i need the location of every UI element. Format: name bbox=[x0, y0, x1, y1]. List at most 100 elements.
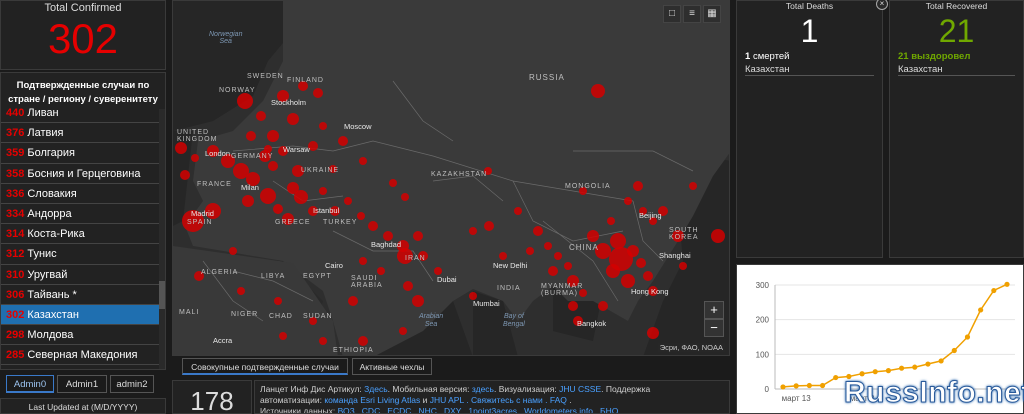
label-india: INDIA bbox=[497, 285, 521, 292]
country-list-item[interactable]: 376 Латвия bbox=[1, 123, 161, 144]
tab-active-cases[interactable]: Активные чехлы bbox=[352, 358, 432, 375]
chart-point bbox=[951, 347, 957, 354]
label-ukraine: UKRAINE bbox=[301, 167, 340, 174]
country-list-item[interactable]: 306 Тайвань * bbox=[1, 285, 161, 305]
label-finland: FINLAND bbox=[287, 77, 324, 84]
label-bangkok: Bangkok bbox=[577, 319, 607, 328]
close-icon[interactable]: × bbox=[876, 0, 888, 10]
zoom-controls: + − bbox=[704, 301, 724, 337]
list-icon[interactable]: ≡ bbox=[683, 5, 701, 23]
map-canvas[interactable] bbox=[173, 1, 730, 356]
total-recovered-panel: Total Recovered 21 21 выздоровел Казахст… bbox=[889, 0, 1024, 258]
country-count: 285 bbox=[6, 349, 25, 362]
chart-y-tick-label: 0 bbox=[765, 385, 770, 394]
country-count: 310 bbox=[6, 268, 25, 281]
chart-point bbox=[806, 382, 812, 389]
info-mobile-label: . Мобильная версия: bbox=[387, 384, 470, 394]
label-saudi-arabia: SAUDI ARABIA bbox=[351, 275, 383, 289]
label-myanmar: MYANMAR (BURMA) bbox=[541, 283, 584, 297]
recovered-list-item: 21 выздоровел Казахстан bbox=[890, 51, 1023, 76]
country-name: Андорра bbox=[27, 207, 72, 220]
label-ethiopia: ETHIOPIA bbox=[333, 347, 374, 354]
sources-links[interactable]: ВОЗ , CDC , ECDC , NHC , DXY , 1point3ac… bbox=[338, 406, 619, 413]
esri-team-link[interactable]: команда Esri Living Atlas bbox=[324, 395, 420, 405]
country-list-item[interactable]: 273Азербайджан bbox=[1, 365, 161, 370]
country-name: Азербайджан bbox=[27, 369, 96, 370]
info-line-2: автоматизации: команда Esri Living Atlas… bbox=[260, 395, 724, 406]
mobile-link[interactable]: здесь bbox=[472, 384, 494, 394]
label-sweden: SWEDEN bbox=[247, 73, 284, 80]
info-line-3: Источники данных: ВОЗ , CDC , ECDC , NHC… bbox=[260, 406, 724, 413]
info-and: и bbox=[422, 395, 428, 405]
label-bay-of-bengal: Bay of Bengal bbox=[503, 313, 525, 328]
chart-y-tick-label: 100 bbox=[756, 350, 770, 359]
label-libya: LIBYA bbox=[261, 273, 286, 280]
country-count: 440 bbox=[6, 107, 25, 119]
label-beijing: Beijing bbox=[639, 211, 662, 220]
country-list-scrollbar[interactable] bbox=[159, 109, 165, 369]
label-chad: CHAD bbox=[269, 313, 293, 320]
chart-point bbox=[780, 384, 786, 390]
info-end: . bbox=[569, 395, 572, 405]
country-name: Латвия bbox=[27, 127, 64, 140]
country-name: Босния и Герцеговина bbox=[27, 167, 141, 180]
country-list-item[interactable]: 302 Казахстан bbox=[1, 304, 161, 326]
label-sudan: SUDAN bbox=[303, 313, 333, 320]
country-list-item[interactable]: 336 Словакия bbox=[1, 184, 161, 204]
deaths-list-item: 1 смертей Казахстан bbox=[737, 51, 882, 76]
map-attribution: Эсри, ФАО, NOAA bbox=[657, 343, 725, 352]
label-spain: SPAIN bbox=[187, 219, 213, 226]
chart-y-tick-label: 200 bbox=[756, 316, 770, 325]
info-article-label: Ланцет Инф Дис Артикул: bbox=[260, 384, 362, 394]
map-view[interactable]: Norwegian Sea SWEDEN FINLAND NORWAY RUSS… bbox=[172, 0, 730, 356]
country-count: 336 bbox=[6, 187, 25, 200]
country-count: 376 bbox=[6, 127, 25, 140]
chart-point bbox=[964, 334, 971, 340]
country-list-item[interactable]: 298 Молдова bbox=[1, 325, 161, 346]
label-accra: Accra bbox=[213, 336, 233, 345]
country-name: Казахстан bbox=[27, 308, 79, 321]
label-milan: Milan bbox=[241, 183, 259, 192]
label-france: FRANCE bbox=[197, 181, 232, 188]
scrollbar-thumb[interactable] bbox=[159, 281, 165, 309]
contact-link[interactable]: . Свяжитесь с нами bbox=[466, 395, 543, 405]
chart-point bbox=[938, 358, 944, 364]
info-support-label: . Поддержка bbox=[601, 384, 651, 394]
label-turkey: TURKEY bbox=[323, 219, 358, 226]
chart-y-tick-label: 300 bbox=[756, 281, 770, 290]
tab-admin0[interactable]: Admin0 bbox=[6, 375, 54, 393]
tab-cumulative-confirmed[interactable]: Совокупные подтвержденные случаи bbox=[182, 358, 348, 375]
label-united-kingdom: UNITED KINGDOM bbox=[177, 129, 218, 143]
label-iran: IRAN bbox=[405, 255, 426, 262]
country-list-item[interactable]: 314 Коста-Рика bbox=[1, 224, 161, 245]
tab-admin1[interactable]: Admin1 bbox=[57, 375, 107, 393]
chart-point bbox=[819, 382, 826, 389]
chart-point bbox=[872, 369, 878, 375]
qr-icon[interactable]: ▦ bbox=[703, 5, 721, 23]
country-count: 302 bbox=[6, 308, 25, 321]
country-list-item[interactable]: 285 Северная Македония bbox=[1, 345, 161, 366]
jhu-apl-link[interactable]: JHU APL bbox=[430, 395, 464, 405]
zoom-in-button[interactable]: + bbox=[704, 301, 724, 319]
total-deaths-value: 1 bbox=[800, 13, 819, 49]
chart-x-tick-label: март 13 bbox=[782, 394, 812, 403]
chart-point bbox=[885, 368, 892, 374]
country-list-item[interactable]: 358 Босния и Герцеговина bbox=[1, 164, 161, 184]
zoom-out-button[interactable]: − bbox=[704, 319, 724, 337]
country-name: Северная Македония bbox=[27, 349, 138, 362]
country-list-item[interactable]: 312 Тунис bbox=[1, 244, 161, 265]
bookmark-icon[interactable]: □ bbox=[663, 5, 681, 23]
country-list-item[interactable]: 334 Андорра bbox=[1, 204, 161, 225]
country-list-item[interactable]: 359 Болгария bbox=[1, 143, 161, 164]
chart-series-line bbox=[782, 283, 1008, 388]
jhu-csse-link[interactable]: JHU CSSE bbox=[559, 384, 601, 394]
country-list-item[interactable]: 440 Ливан bbox=[1, 103, 161, 124]
country-count: 314 bbox=[6, 228, 25, 241]
article-link[interactable]: Здесь bbox=[364, 384, 388, 394]
faq-link[interactable]: . FAQ bbox=[545, 395, 567, 405]
country-count: 334 bbox=[6, 207, 25, 220]
tab-admin2[interactable]: admin2 bbox=[110, 375, 154, 393]
label-germany: GERMANY bbox=[231, 153, 274, 160]
country-list-item[interactable]: 310 Уругвай bbox=[1, 265, 161, 285]
country-count: 298 bbox=[6, 329, 25, 342]
